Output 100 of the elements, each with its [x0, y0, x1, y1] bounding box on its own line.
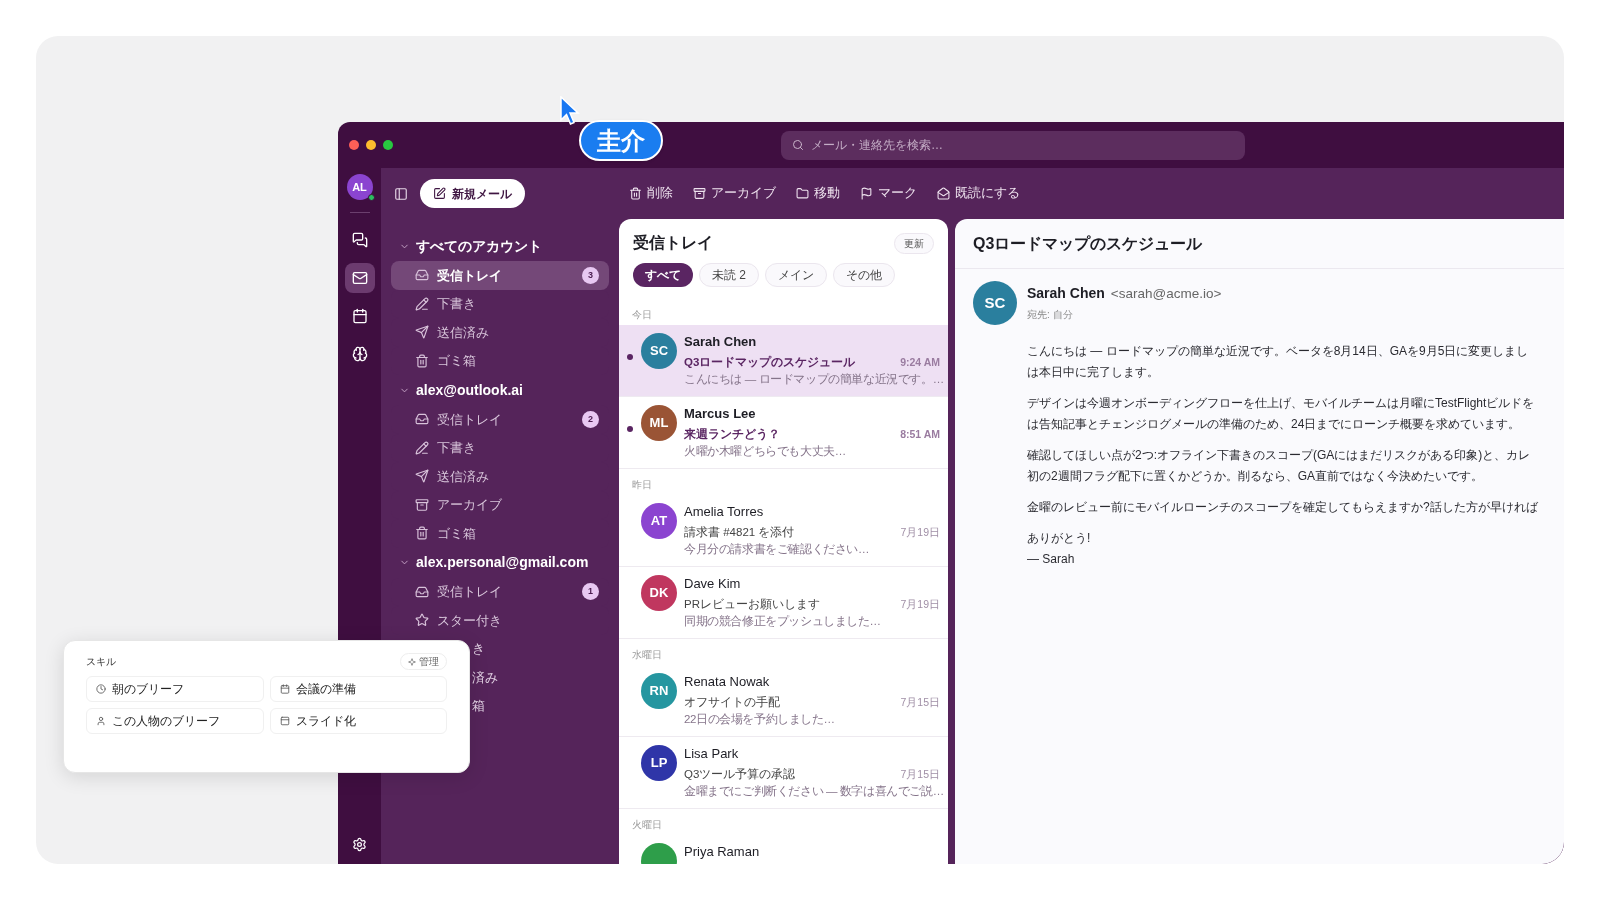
body-text-line: — Sarah: [1027, 551, 1076, 568]
folder-label[interactable]: き: [472, 639, 485, 659]
sender-name: Sarah Chen: [1027, 284, 1105, 303]
pencil-icon: [415, 440, 429, 455]
folder-label[interactable]: 箱: [472, 696, 485, 716]
toolbar-button[interactable]: アーカイブ: [693, 184, 776, 203]
minimize-window-button[interactable]: [366, 140, 376, 150]
message-time: 7月19日: [900, 596, 940, 612]
settings-icon: [352, 836, 367, 852]
compose-icon: [433, 187, 446, 200]
search-icon: [792, 139, 804, 151]
message-preview: 今月分の請求書をご確認ください…: [684, 542, 871, 558]
sender-name: Dave Kim: [684, 575, 742, 593]
slides-icon: [279, 716, 290, 726]
skill-button[interactable]: 朝のブリーフ: [86, 676, 264, 702]
search-field[interactable]: メール・連絡先を検索…: [781, 130, 1245, 160]
message-preview: 火曜か木曜どちらでも大丈夫…: [684, 444, 847, 460]
refresh-button[interactable]: 更新: [894, 232, 934, 254]
message-subject: 請求書 #4821 を添付: [684, 525, 795, 540]
sender-name: Priya Raman: [684, 843, 761, 861]
body-text-line: デザインは今週オンボーディングフローを仕上げ、モバイルチームは月曜にTestFlightビルドを: [1027, 395, 1536, 412]
message-subject: Q3ロードマップのスケジュール: [684, 354, 856, 370]
date-group-label: 昨日: [632, 477, 652, 492]
account-heading[interactable]: すべてのアカウント: [416, 235, 542, 257]
pencil-icon: [415, 296, 429, 311]
body-text-line: 金曜のレビュー前にモバイルローンチのスコープを確定してもらえますか?話した方が早ければ: [1027, 499, 1539, 516]
message-time: 9:24 AM: [900, 354, 940, 370]
toolbar-button[interactable]: 既読にする: [937, 184, 1020, 203]
calendar-icon: [351, 308, 368, 324]
date-group-label: 水曜日: [632, 647, 662, 662]
trash-icon: [629, 187, 642, 200]
sender-avatar: SC: [641, 333, 677, 369]
message-row[interactable]: SC Sarah Chen Q3ロードマップのスケジュール 9:24 AM こんにちは — ロードマップの簡単な近況です。…: [619, 325, 948, 397]
sender-avatar: DK: [641, 575, 677, 611]
date-group-label: 火曜日: [632, 817, 662, 832]
mail-icon: [351, 270, 368, 286]
folder-label[interactable]: 済み: [472, 667, 498, 687]
body-text-line: ありがとう!: [1027, 530, 1092, 547]
user-name-tag: 圭介: [579, 120, 663, 161]
filter-chip[interactable]: メイン: [765, 263, 827, 287]
filter-chip[interactable]: すべて: [633, 263, 693, 287]
sender-avatar: SC: [973, 281, 1017, 325]
message-subject: オフサイトの手配: [684, 695, 780, 710]
folder-icon: [796, 187, 809, 200]
zoom-window-button[interactable]: [383, 140, 393, 150]
account-heading[interactable]: alex@outlook.ai: [416, 379, 523, 401]
sender-name: Sarah Chen: [684, 333, 758, 351]
skill-button[interactable]: この人物のブリーフ: [86, 708, 264, 734]
clock-icon: [96, 684, 106, 694]
folder-item[interactable]: 受信トレイ 3: [391, 261, 609, 290]
send-icon: [415, 469, 429, 484]
filter-chip[interactable]: その他: [833, 263, 895, 287]
body-text-line: 確認してほしい点が2つ:オフライン下書きのスコープ(GAにはまだリスクがある印象)と、カレ: [1027, 447, 1532, 464]
calendar-icon: [279, 684, 290, 694]
filter-chip[interactable]: 未読 2: [699, 263, 759, 287]
sender-name: Amelia Torres: [684, 503, 765, 521]
sender-avatar: RN: [641, 673, 677, 709]
sender-email: <sarah@acme.io>: [1110, 285, 1222, 303]
toolbar-button[interactable]: 移動: [796, 184, 840, 203]
compose-button[interactable]: 新規メール: [420, 179, 525, 208]
person-icon: [96, 716, 106, 726]
archive-icon: [415, 497, 429, 512]
unread-count: 1: [582, 583, 599, 601]
sender-name: Marcus Lee: [684, 405, 757, 423]
toolbar-button[interactable]: マーク: [860, 184, 917, 203]
sender-name: Lisa Park: [684, 745, 740, 763]
email-subject: Q3ロードマップのスケジュール: [973, 233, 1203, 254]
archive-icon: [693, 187, 706, 200]
inbox-icon: [415, 412, 429, 427]
close-window-button[interactable]: [349, 140, 359, 150]
message-subject: 来週ランチどう？: [684, 427, 780, 443]
rail-button[interactable]: [344, 263, 375, 293]
skills-title: スキル: [86, 655, 116, 669]
message-time: 7月19日: [900, 524, 940, 540]
mouse-pointer-icon: [560, 96, 580, 126]
account-heading[interactable]: alex.personal@gmail.com: [416, 552, 589, 573]
user-avatar[interactable]: AL: [346, 174, 373, 200]
send-icon: [415, 325, 429, 340]
toolbar-button[interactable]: 削除: [629, 184, 673, 203]
chat-icon: [351, 232, 368, 248]
date-group-label: 今日: [632, 307, 652, 322]
sender-avatar: LP: [641, 745, 677, 781]
sender-name: Renata Nowak: [684, 673, 771, 691]
sender-avatar: AT: [641, 503, 677, 539]
list-title: 受信トレイ: [633, 233, 713, 253]
unread-count: 2: [582, 410, 599, 428]
message-time: 8:51 AM: [900, 426, 940, 442]
sparkle-icon: [408, 657, 416, 666]
message-subject: PRレビューお願いします: [684, 597, 820, 612]
message-subject: Q3ツール予算の承認: [684, 767, 796, 782]
inbox-icon: [415, 268, 429, 283]
message-time: 7月15日: [900, 766, 940, 782]
recipient-line: 宛先: 自分: [1027, 308, 1074, 323]
unread-count: 3: [582, 266, 599, 284]
sidebar-icon: [394, 186, 408, 201]
skill-button[interactable]: 会議の準備: [269, 676, 447, 702]
trash-icon: [415, 526, 429, 541]
star-icon: [415, 613, 429, 628]
body-text-line: は本日中に完了します。: [1027, 364, 1160, 381]
skill-button[interactable]: スライド化: [269, 708, 447, 734]
